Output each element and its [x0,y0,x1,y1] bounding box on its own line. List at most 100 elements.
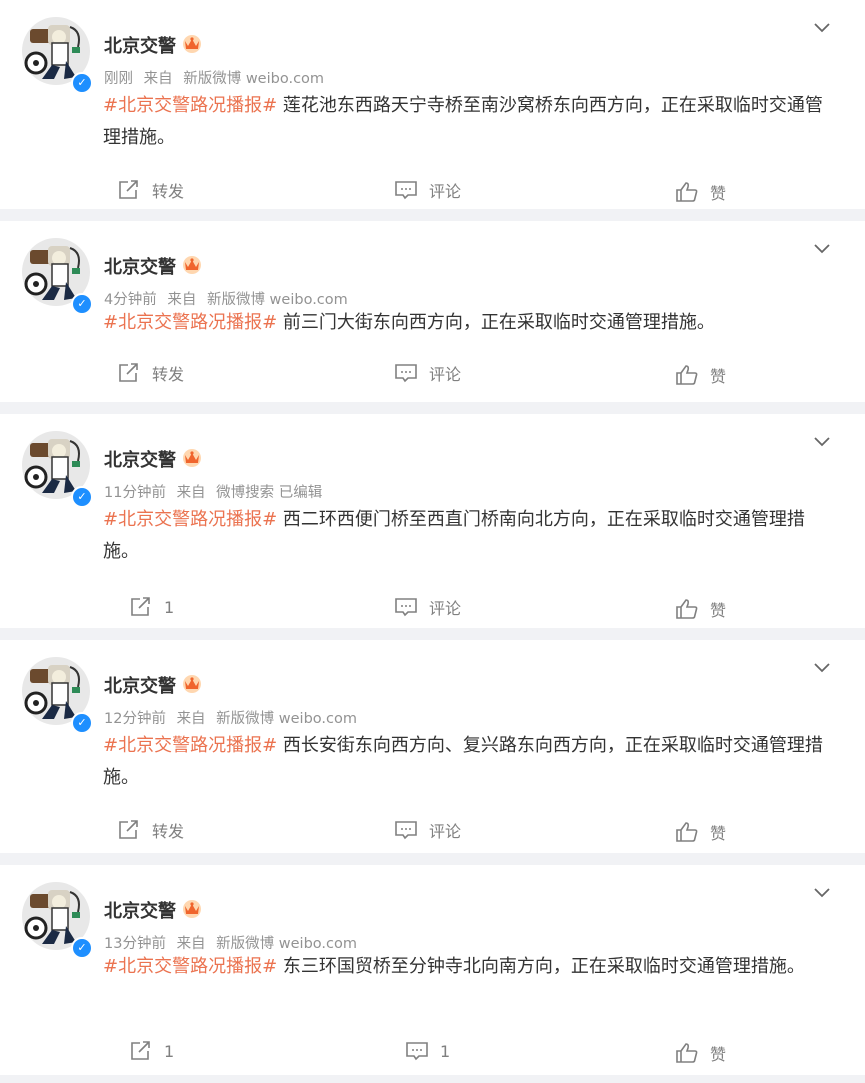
weibo-post: ✓ 北京交警 4分钟前 来自 新版微博 weibo.com #北京交警路况播报#… [0,221,865,402]
crown-vip-icon[interactable] [181,33,203,53]
post-content: 东三环国贸桥至分钟寺北向南方向，正在采取临时交通管理措施。 [277,956,805,977]
author-name[interactable]: 北京交警 [104,32,176,58]
repost-button[interactable]: 1 [130,1037,174,1065]
repost-button[interactable]: 转发 [118,176,184,204]
comment-label: 评论 [429,599,462,618]
comment-button[interactable]: 评论 [395,359,461,387]
post-time[interactable]: 13分钟前 [104,936,166,952]
post-meta: 13分钟前 来自 新版微博 weibo.com [104,932,357,953]
like-icon [676,599,698,619]
chevron-down-icon[interactable] [813,883,831,901]
verified-badge-icon: ✓ [71,486,93,508]
post-source: 新版微博 weibo.com [216,711,357,727]
post-source: 新版微博 weibo.com [216,936,357,952]
chevron-down-icon[interactable] [813,239,831,257]
source-prefix: 来自 [176,485,206,501]
author-name[interactable]: 北京交警 [104,446,176,472]
weibo-post: ✓ 北京交警 11分钟前 来自 微博搜索 已编辑 #北京交警路况播报# 西二环西… [0,414,865,628]
comment-icon [395,364,417,383]
comment-icon [395,821,417,840]
repost-label: 转发 [152,822,185,841]
post-source: 新版微博 weibo.com [206,292,348,308]
author-name[interactable]: 北京交警 [104,897,176,923]
post-content: 前三门大街东向西方向，正在采取临时交通管理措施。 [277,312,715,333]
like-icon [676,822,698,842]
repost-button[interactable]: 1 [130,593,174,621]
post-meta: 4分钟前 来自 新版微博 weibo.com [104,288,348,309]
like-button[interactable]: 赞 [676,361,726,389]
repost-count: 1 [164,1041,175,1061]
like-label: 赞 [710,824,727,843]
post-text: #北京交警路况播报# 莲花池东西路天宁寺桥至南沙窝桥东向西方向，正在采取临时交通… [0,90,865,154]
repost-label: 转发 [152,365,185,384]
comment-button[interactable]: 1 [406,1037,450,1065]
weibo-post: ✓ 北京交警 刚刚 来自 新版微博 weibo.com #北京交警路况播报# 莲… [0,0,865,209]
like-button[interactable]: 赞 [676,178,726,206]
post-meta: 12分钟前 来自 新版微博 weibo.com [104,707,357,728]
action-bar: 转发 评论 赞 [0,164,865,222]
comment-icon [406,1042,428,1061]
topic-link[interactable]: #北京交警路况播报# [103,956,277,977]
source-prefix: 来自 [176,711,206,727]
post-text: #北京交警路况播报# 东三环国贸桥至分钟寺北向南方向，正在采取临时交通管理措施。 [0,951,865,983]
author-name[interactable]: 北京交警 [104,253,176,279]
like-button[interactable]: 赞 [676,595,726,623]
repost-icon [119,180,138,199]
comment-button[interactable]: 评论 [395,816,461,844]
post-time[interactable]: 4分钟前 [104,292,157,308]
like-icon [676,365,698,385]
topic-link[interactable]: #北京交警路况播报# [103,312,277,333]
like-icon [676,182,698,202]
chevron-down-icon[interactable] [813,658,831,676]
verified-badge-icon: ✓ [71,293,93,315]
like-label: 赞 [710,184,727,203]
repost-button[interactable]: 转发 [118,816,184,844]
repost-button[interactable]: 转发 [118,359,184,387]
action-bar: 转发 评论 赞 [0,347,865,405]
weibo-post: ✓ 北京交警 12分钟前 来自 新版微博 weibo.com #北京交警路况播报… [0,640,865,853]
chevron-down-icon[interactable] [813,18,831,36]
post-meta: 刚刚 来自 新版微博 weibo.com [104,67,324,88]
repost-label: 转发 [152,182,185,201]
repost-icon [119,820,138,839]
crown-vip-icon[interactable] [181,254,203,274]
repost-icon [131,597,150,616]
author-name[interactable]: 北京交警 [104,672,176,698]
post-time[interactable]: 11分钟前 [104,485,166,501]
repost-icon [119,363,138,382]
like-label: 赞 [710,601,727,620]
repost-icon [131,1041,150,1060]
comment-label: 评论 [429,365,462,384]
like-label: 赞 [710,1045,727,1064]
topic-link[interactable]: #北京交警路况播报# [103,95,277,116]
comment-button[interactable]: 评论 [395,593,461,621]
comment-count: 1 [440,1041,451,1061]
crown-vip-icon[interactable] [181,447,203,467]
repost-count: 1 [164,597,175,617]
comment-label: 评论 [429,182,462,201]
crown-vip-icon[interactable] [181,673,203,693]
like-icon [676,1043,698,1063]
like-button[interactable]: 赞 [676,1039,726,1067]
like-button[interactable]: 赞 [676,818,726,846]
action-bar: 转发 评论 赞 [0,804,865,862]
source-prefix: 来自 [143,71,173,87]
post-text: #北京交警路况播报# 西二环西便门桥至西直门桥南向北方向，正在采取临时交通管理措… [0,504,865,568]
topic-link[interactable]: #北京交警路况播报# [103,509,277,530]
post-source: 微博搜索 已编辑 [216,485,323,501]
action-bar: 1 1 赞 [0,1025,865,1083]
crown-vip-icon[interactable] [181,898,203,918]
verified-badge-icon: ✓ [71,712,93,734]
source-prefix: 来自 [167,292,197,308]
comment-label: 评论 [429,822,462,841]
verified-badge-icon: ✓ [71,72,93,94]
action-bar: 1 评论 赞 [0,581,865,639]
weibo-post: ✓ 北京交警 13分钟前 来自 新版微博 weibo.com #北京交警路况播报… [0,865,865,1075]
post-time[interactable]: 刚刚 [104,71,133,87]
topic-link[interactable]: #北京交警路况播报# [103,735,277,756]
weibo-feed: ✓ 北京交警 刚刚 来自 新版微博 weibo.com #北京交警路况播报# 莲… [0,0,865,1075]
verified-badge-icon: ✓ [71,937,93,959]
comment-button[interactable]: 评论 [395,176,461,204]
post-time[interactable]: 12分钟前 [104,711,166,727]
chevron-down-icon[interactable] [813,432,831,450]
